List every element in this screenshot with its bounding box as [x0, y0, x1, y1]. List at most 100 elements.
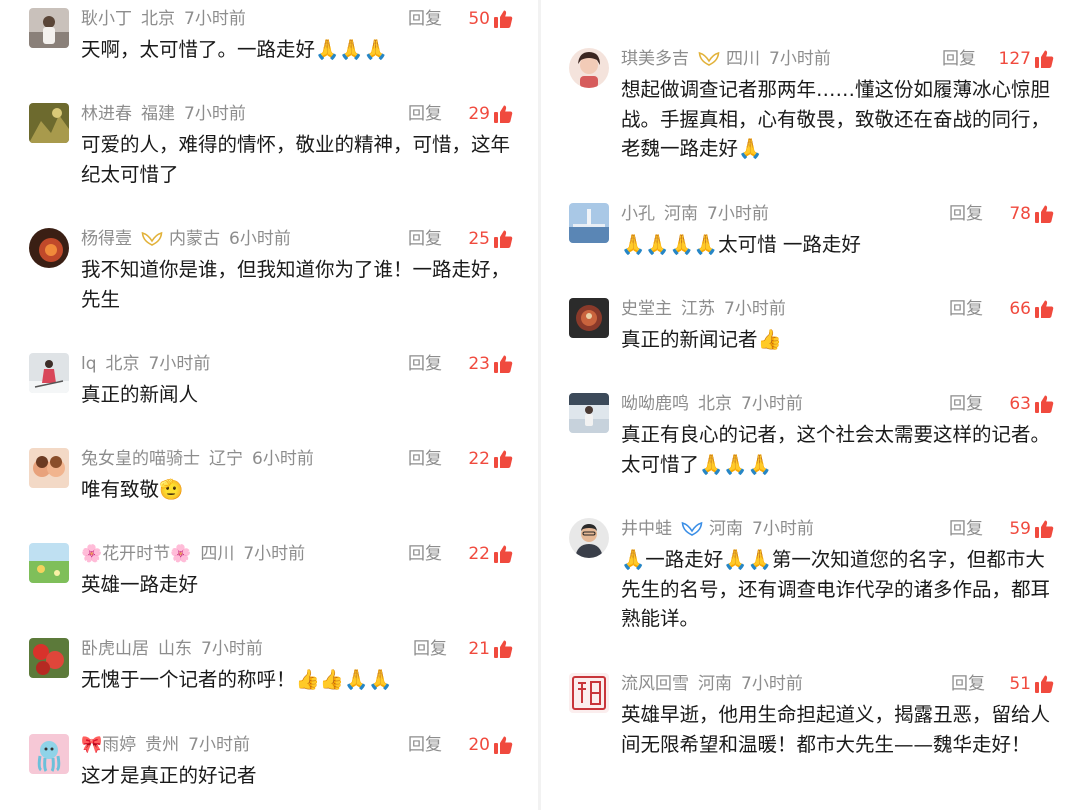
like-button[interactable]: 22 — [468, 542, 513, 566]
reply-button[interactable]: 回复 — [942, 47, 976, 71]
location-label: 山东 — [158, 639, 192, 659]
thumbs-up-icon — [1034, 204, 1054, 224]
reply-button[interactable]: 回复 — [413, 637, 447, 661]
user-avatar[interactable] — [29, 103, 69, 143]
user-avatar[interactable] — [29, 543, 69, 583]
comment-column-left: 耿小丁 北京 7小时前 回复 50 天啊，太可惜了。一路走好🙏🙏🙏 林进春 福建 7小时… — [0, 0, 538, 810]
username[interactable]: lq — [81, 352, 97, 376]
like-button[interactable]: 63 — [1009, 392, 1054, 416]
gold-wings-badge-icon — [141, 231, 163, 247]
reply-button[interactable]: 回复 — [408, 7, 442, 31]
user-avatar[interactable] — [569, 203, 609, 243]
like-button[interactable]: 20 — [468, 733, 513, 757]
comment-text: 英雄一路走好 — [81, 573, 199, 596]
location-label: 江苏 — [681, 299, 715, 319]
user-avatar[interactable] — [569, 48, 609, 88]
username[interactable]: 兔女皇的喵骑士 — [81, 447, 200, 471]
timestamp: 7小时前 — [188, 735, 250, 755]
location-label: 北京 — [141, 9, 175, 29]
user-avatar[interactable] — [29, 228, 69, 268]
user-avatar[interactable] — [29, 734, 69, 774]
timestamp: 7小时前 — [201, 639, 263, 659]
like-button[interactable]: 78 — [1009, 202, 1054, 226]
like-button[interactable]: 21 — [468, 637, 513, 661]
reply-button[interactable]: 回复 — [951, 672, 985, 696]
user-avatar[interactable] — [29, 8, 69, 48]
timestamp: 7小时前 — [184, 104, 246, 124]
reply-button[interactable]: 回复 — [408, 102, 442, 126]
location-label: 四川 — [726, 49, 760, 69]
comment-text: 🙏一路走好🙏🙏第一次知道您的名字，但都市大先生的名号，还有调查电诈代孕的诸多作品… — [621, 548, 1051, 630]
reply-button[interactable]: 回复 — [949, 202, 983, 226]
like-button[interactable]: 66 — [1009, 297, 1054, 321]
location-label: 贵州 — [145, 735, 180, 755]
comment-text: 想起做调查记者那两年……懂这份如履薄冰心惊胆战。手握真相，心有敬畏，致敬还在奋战… — [621, 78, 1051, 160]
timestamp: 7小时前 — [769, 49, 831, 69]
like-button[interactable]: 127 — [999, 47, 1054, 71]
username[interactable]: 林进春 — [81, 102, 132, 126]
comment-text: 这才是真正的好记者 — [81, 764, 257, 787]
reply-button[interactable]: 回复 — [408, 352, 442, 376]
timestamp: 7小时前 — [752, 519, 814, 539]
like-button[interactable]: 22 — [468, 447, 513, 471]
timestamp: 7小时前 — [724, 299, 786, 319]
username[interactable]: 卧虎山居 — [81, 637, 149, 661]
reply-button[interactable]: 回复 — [408, 542, 442, 566]
thumbs-up-icon — [493, 354, 513, 374]
like-count: 50 — [468, 9, 490, 29]
username[interactable]: 流风回雪 — [621, 672, 689, 696]
username[interactable]: 呦呦鹿鸣 — [621, 392, 689, 416]
username[interactable]: 杨得壹 — [81, 227, 132, 251]
reply-button[interactable]: 回复 — [949, 297, 983, 321]
like-button[interactable]: 29 — [468, 102, 513, 126]
gold-wings-badge-icon — [698, 51, 720, 67]
thumbs-up-icon — [493, 104, 513, 124]
comment-text: 真正的新闻记者👍 — [621, 328, 782, 351]
thumbs-up-icon — [493, 229, 513, 249]
like-button[interactable]: 59 — [1009, 517, 1054, 541]
timestamp: 7小时前 — [243, 544, 306, 564]
user-avatar[interactable] — [29, 353, 69, 393]
like-button[interactable]: 23 — [468, 352, 513, 376]
user-avatar[interactable] — [29, 638, 69, 678]
like-count: 59 — [1009, 519, 1031, 539]
thumbs-up-icon — [493, 9, 513, 29]
reply-button[interactable]: 回复 — [408, 733, 442, 757]
like-count: 21 — [468, 639, 490, 659]
username[interactable]: 小孔 — [621, 202, 655, 226]
user-avatar[interactable] — [569, 673, 609, 713]
location-label: 北京 — [698, 394, 732, 414]
reply-button[interactable]: 回复 — [949, 517, 983, 541]
username[interactable]: 史堂主 — [621, 297, 672, 321]
reply-button[interactable]: 回复 — [949, 392, 983, 416]
location-label: 福建 — [141, 104, 175, 124]
location-label: 内蒙古 — [169, 229, 220, 249]
timestamp: 6小时前 — [229, 229, 291, 249]
username[interactable]: 🌸花开时节🌸 — [81, 542, 191, 566]
like-button[interactable]: 25 — [468, 227, 513, 251]
reply-button[interactable]: 回复 — [408, 227, 442, 251]
comment-text: 天啊，太可惜了。一路走好🙏🙏🙏 — [81, 38, 388, 61]
location-label: 四川 — [200, 544, 235, 564]
timestamp: 7小时前 — [741, 394, 803, 414]
user-avatar[interactable] — [29, 448, 69, 488]
like-count: 66 — [1009, 299, 1031, 319]
username[interactable]: 井中蛙 — [621, 517, 672, 541]
username[interactable]: 🎀雨婷 — [81, 733, 136, 757]
like-button[interactable]: 50 — [468, 7, 513, 31]
location-label: 河南 — [664, 204, 698, 224]
like-count: 63 — [1009, 394, 1031, 414]
username[interactable]: 琪美多吉 — [621, 47, 689, 71]
thumbs-up-icon — [1034, 674, 1054, 694]
timestamp: 7小时前 — [148, 354, 211, 374]
user-avatar[interactable] — [569, 298, 609, 338]
like-count: 20 — [468, 735, 490, 755]
location-label: 河南 — [709, 519, 743, 539]
username[interactable]: 耿小丁 — [81, 7, 132, 31]
reply-button[interactable]: 回复 — [408, 447, 442, 471]
timestamp: 7小时前 — [184, 9, 246, 29]
thumbs-up-icon — [1034, 394, 1054, 414]
like-button[interactable]: 51 — [1009, 672, 1054, 696]
user-avatar[interactable] — [569, 518, 609, 558]
user-avatar[interactable] — [569, 393, 609, 433]
